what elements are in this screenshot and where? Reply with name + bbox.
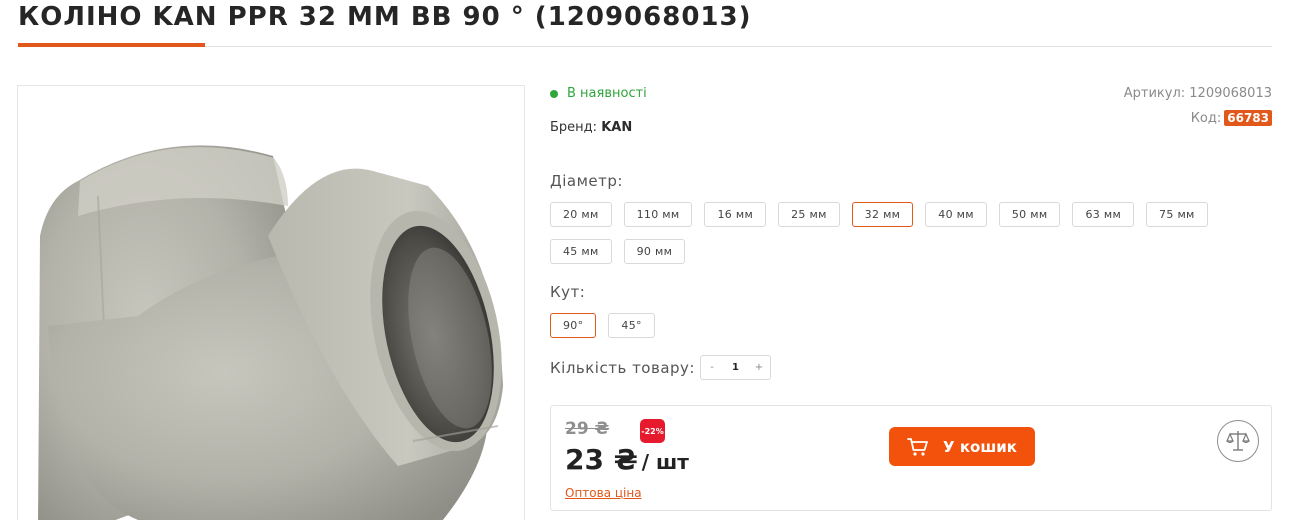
- angle-option[interactable]: 45°: [608, 313, 655, 338]
- diameter-option[interactable]: 16 мм: [704, 202, 767, 227]
- quantity-stepper: - 1 +: [700, 355, 771, 380]
- angle-options: 90° 45°: [550, 313, 1272, 350]
- brand-label: Бренд:: [550, 120, 598, 135]
- add-to-cart-label: У кошик: [943, 437, 1017, 456]
- diameter-option[interactable]: 45 мм: [550, 239, 612, 264]
- article-label: Артикул:: [1123, 86, 1186, 101]
- compare-scales-icon: [1226, 431, 1250, 451]
- article-number: Артикул: 1209068013: [1124, 86, 1272, 101]
- stock-status-label: В наявності: [567, 86, 647, 101]
- discount-badge: -22%: [640, 419, 665, 443]
- product-image[interactable]: [17, 85, 525, 520]
- angle-label: Кут:: [550, 283, 586, 301]
- product-code: Код: 66783: [1191, 110, 1272, 126]
- diameter-options: 20 мм 110 мм 16 мм 25 мм 32 мм 40 мм 50 …: [550, 202, 1272, 276]
- current-price: 23 ₴ / шт: [565, 443, 689, 476]
- quantity-label: Кількість товару:: [550, 359, 695, 377]
- page-title: КОЛІНО KAN PPR 32 ММ ВВ 90 ° (1209068013…: [18, 2, 752, 32]
- title-accent-bar: [18, 43, 205, 47]
- cart-icon: [907, 437, 928, 456]
- diameter-option[interactable]: 50 мм: [998, 202, 1061, 227]
- brand-value[interactable]: KAN: [601, 120, 632, 135]
- wholesale-price-link[interactable]: Оптова ціна: [565, 486, 642, 500]
- price-unit: / шт: [641, 450, 689, 474]
- diameter-option[interactable]: 90 мм: [623, 239, 686, 264]
- code-label: Код:: [1190, 110, 1222, 126]
- article-value: 1209068013: [1189, 86, 1272, 101]
- product-page: КОЛІНО KAN PPR 32 ММ ВВ 90 ° (1209068013…: [0, 0, 1303, 520]
- angle-option-selected[interactable]: 90°: [550, 313, 597, 338]
- purchase-panel: 29 ₴ -22% 23 ₴ / шт Оптова ціна У кошик: [550, 405, 1272, 511]
- quantity-input[interactable]: 1: [723, 362, 748, 373]
- diameter-option[interactable]: 75 мм: [1146, 202, 1208, 227]
- diameter-option-selected[interactable]: 32 мм: [851, 202, 914, 227]
- quantity-increase-button[interactable]: +: [748, 362, 770, 373]
- quantity-decrease-button[interactable]: -: [701, 362, 723, 373]
- diameter-option[interactable]: 40 мм: [925, 202, 987, 227]
- diameter-label: Діаметр:: [550, 172, 623, 190]
- stock-status: В наявності: [550, 86, 647, 101]
- diameter-option[interactable]: 25 мм: [778, 202, 840, 227]
- title-divider: [18, 46, 1272, 47]
- add-to-cart-button[interactable]: У кошик: [889, 427, 1035, 466]
- code-badge: 66783: [1224, 110, 1272, 126]
- in-stock-dot-icon: [550, 89, 558, 98]
- brand: Бренд: KAN: [550, 120, 632, 135]
- elbow-fitting-image: [38, 145, 503, 520]
- diameter-option[interactable]: 63 мм: [1072, 202, 1135, 227]
- diameter-option[interactable]: 110 мм: [623, 202, 693, 227]
- price-value: 23 ₴: [565, 443, 638, 476]
- old-price: 29 ₴: [565, 419, 610, 439]
- diameter-option[interactable]: 20 мм: [550, 202, 612, 227]
- compare-button[interactable]: [1217, 420, 1259, 462]
